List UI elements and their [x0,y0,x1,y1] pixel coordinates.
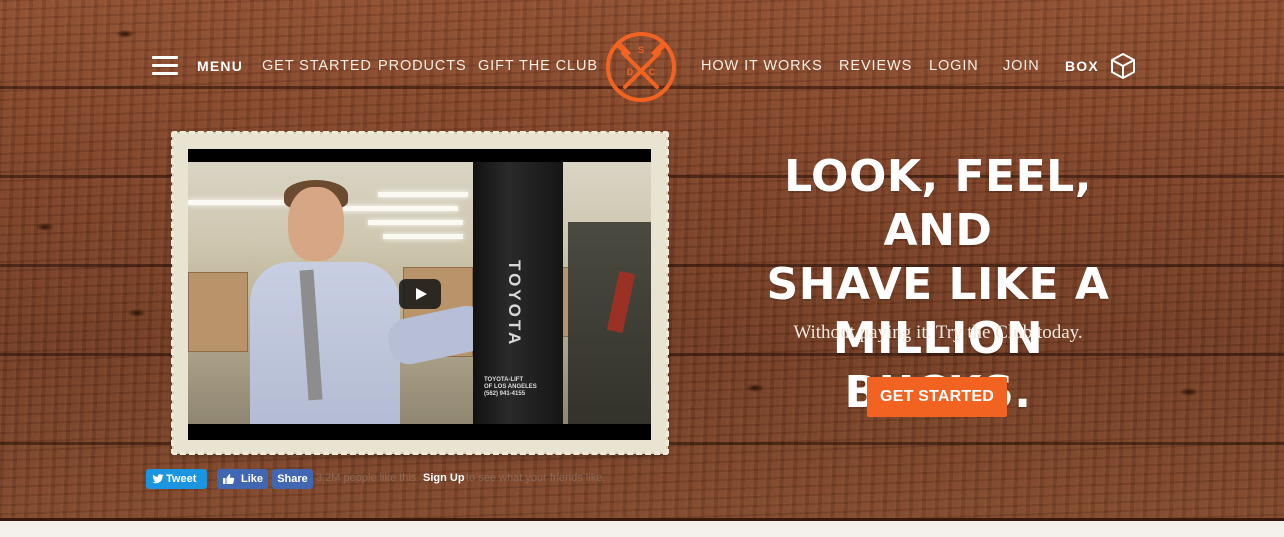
nav-products[interactable]: PRODUCTS [378,58,467,74]
headline-line-2: SHAVE LIKE A [766,259,1110,310]
nav-join[interactable]: JOIN [1003,58,1040,74]
thumbs-up-icon [223,474,235,484]
twitter-bird-icon [152,474,164,484]
logo-letter-s: S [638,45,644,55]
wood-knot [128,309,146,317]
top-nav: MENU GET STARTED PRODUCTS GIFT THE CLUB … [0,0,1284,132]
tweet-button[interactable]: Tweet [146,469,207,489]
warehouse-boxes [188,272,248,352]
forklift-small-text: TOYOTA-LIFT OF LOS ANGELES (562) 941-415… [484,377,537,397]
headline-line-1: LOOK, FEEL, AND [784,151,1092,256]
hero-subline: Without paying it. Try the Club today. [793,322,1083,343]
person-head [288,187,344,261]
video-player[interactable]: TOYOTA TOYOTA-LIFT OF LOS ANGELES (562) … [188,149,651,440]
nav-login[interactable]: LOGIN [929,58,979,74]
hamburger-icon[interactable] [152,56,178,76]
like-count-text: 3.2M people like this. [316,472,420,484]
play-icon[interactable] [399,279,441,309]
logo-crossed-razors-icon[interactable]: S D C [605,31,677,103]
ceiling-light [383,234,463,239]
tweet-label: Tweet [166,473,197,485]
like-label: Like [241,473,264,485]
forklift-label: TOYOTA [505,260,524,348]
logo-letter-d: D [627,67,634,77]
get-started-button[interactable]: GET STARTED [867,377,1007,417]
box-cube-icon[interactable] [1110,52,1136,80]
person-shirt [250,262,400,424]
nav-how-it-works[interactable]: HOW IT WORKS [701,58,823,74]
ceiling-light [338,206,458,211]
nav-box[interactable]: BOX [1065,58,1099,74]
nav-reviews[interactable]: REVIEWS [839,58,912,74]
signup-hint-text: to see what your friends like. [466,472,606,484]
facebook-share-button[interactable]: Share [272,469,313,489]
nav-gift-the-club[interactable]: GIFT THE CLUB [478,58,598,74]
nav-menu[interactable]: MENU [197,58,243,74]
wood-knot [36,223,54,231]
ceiling-light [368,220,463,225]
ceiling-light [378,192,468,197]
facebook-like-button[interactable]: Like [217,469,268,489]
logo-letter-c: C [649,67,656,77]
wood-knot [1180,388,1198,396]
nav-get-started[interactable]: GET STARTED [262,58,372,74]
signup-link[interactable]: Sign Up [423,472,465,484]
